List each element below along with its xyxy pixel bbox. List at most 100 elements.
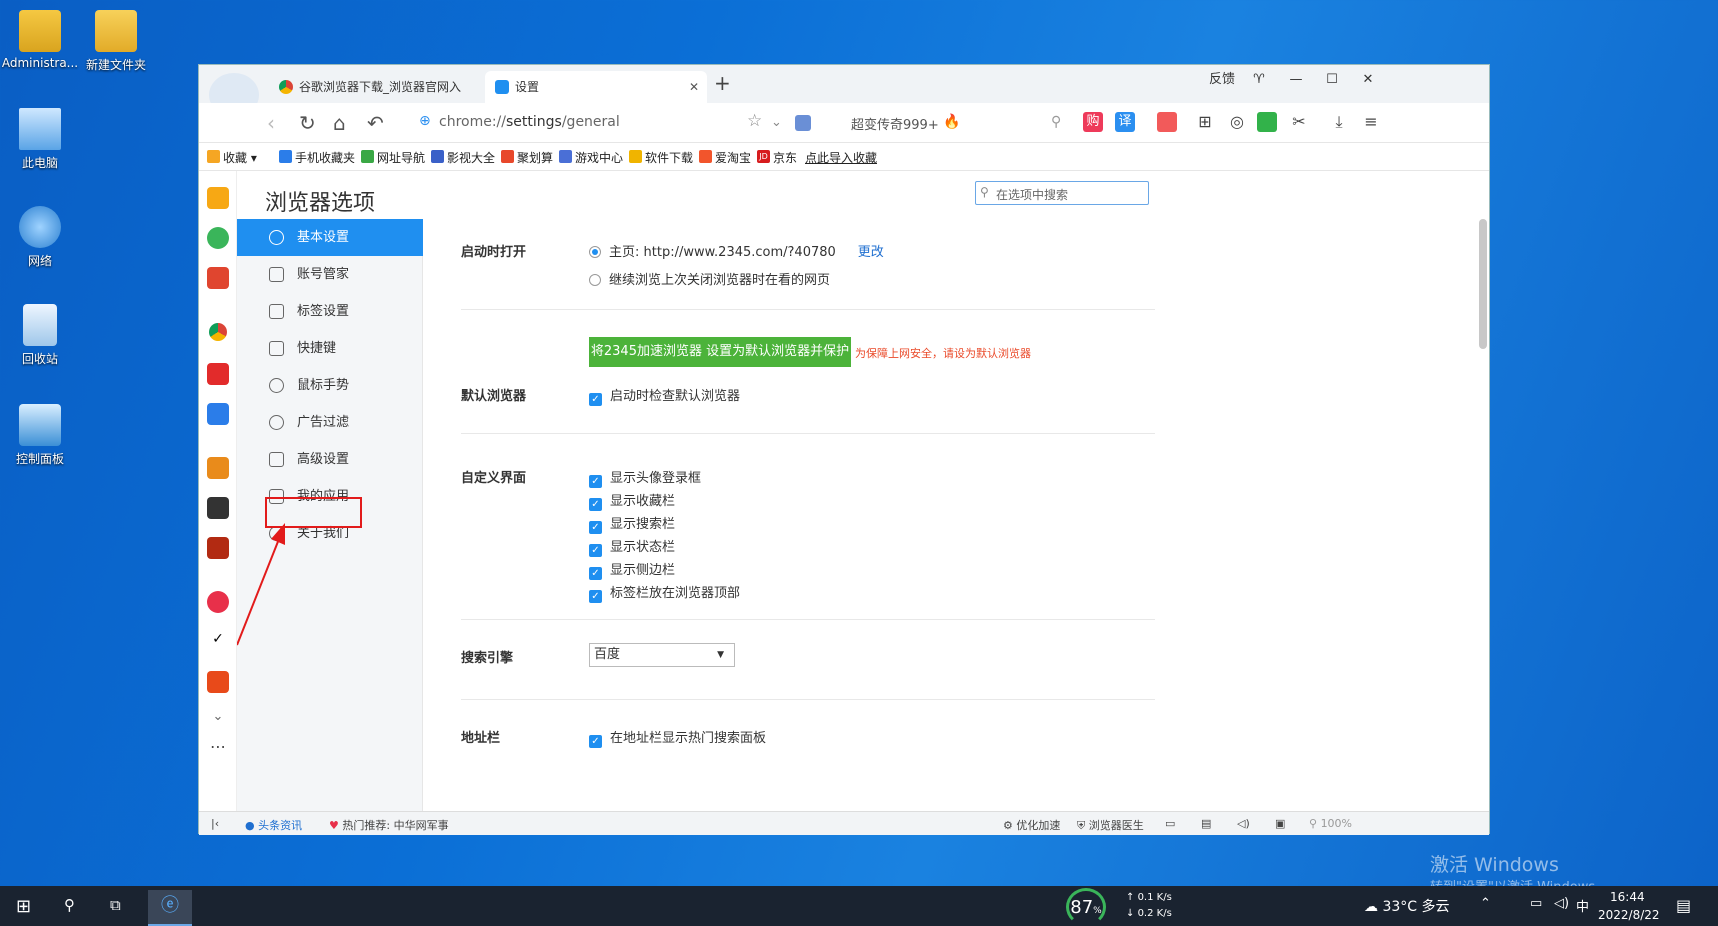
close-icon[interactable]: ✕ xyxy=(689,71,699,103)
desktop-icon-recycle-bin[interactable]: 回收站 xyxy=(0,304,80,367)
checkbox[interactable]: ✓ xyxy=(589,498,602,511)
eastmoney-icon[interactable] xyxy=(207,363,229,385)
chrome-icon[interactable] xyxy=(209,323,227,341)
radio-continue-session[interactable]: 继续浏览上次关闭浏览器时在看的网页 xyxy=(589,269,830,288)
favorites-icon[interactable] xyxy=(207,187,229,209)
close-window-button[interactable]: ✕ xyxy=(1351,65,1385,95)
screenshot-icon[interactable]: ▭ xyxy=(1165,817,1175,830)
checkbox[interactable]: ✓ xyxy=(589,475,602,488)
desktop-icon-new-folder[interactable]: 新建文件夹 xyxy=(76,10,156,73)
tab-settings[interactable]: 设置 ✕ xyxy=(485,71,707,103)
eye-protect-icon[interactable] xyxy=(1257,112,1277,132)
network-tray-icon[interactable]: ▭ xyxy=(1530,896,1542,911)
checkbox[interactable]: ✓ xyxy=(589,735,602,748)
check-default-browser[interactable]: ✓ 启动时检查默认浏览器 xyxy=(589,385,740,406)
browser-taskbar-icon[interactable]: ⓔ xyxy=(148,890,192,926)
history-icon[interactable] xyxy=(207,227,229,249)
ime-indicator[interactable]: 中 xyxy=(1576,896,1589,915)
fav-taobao[interactable]: 爱淘宝 xyxy=(699,149,751,166)
checkbox[interactable]: ✓ xyxy=(589,521,602,534)
new-tab-button[interactable]: + xyxy=(714,71,731,95)
clock-time[interactable]: 16:44 xyxy=(1610,890,1645,904)
back-icon[interactable]: ‹ xyxy=(267,111,275,135)
checkbox[interactable]: ✓ xyxy=(589,544,602,557)
more-icon[interactable]: ⋯ xyxy=(207,737,229,759)
task-view-icon[interactable]: ⧉ xyxy=(110,896,121,914)
fav-nav[interactable]: 网址导航 xyxy=(361,149,425,166)
game-icon[interactable] xyxy=(1157,112,1177,132)
windows-start-icon[interactable]: ⊞ xyxy=(16,896,31,917)
star-icon[interactable]: ☆ xyxy=(747,111,762,131)
url-input[interactable]: chrome://settings/general xyxy=(439,114,620,130)
news-link[interactable]: ● 头条资讯 xyxy=(245,817,302,833)
check-hot-search-panel[interactable]: ✓ 在地址栏显示热门搜索面板 xyxy=(589,727,766,748)
checkbox[interactable]: ✓ xyxy=(589,393,602,406)
radio-selected[interactable] xyxy=(589,246,601,258)
fav-mobile[interactable]: 手机收藏夹 xyxy=(279,149,355,166)
fav-game[interactable]: 游戏中心 xyxy=(559,149,623,166)
fav-juhuasuan[interactable]: 聚划算 xyxy=(501,149,553,166)
undo-icon[interactable]: ↶ xyxy=(367,111,384,135)
search-icon[interactable]: ⚲ xyxy=(64,896,75,914)
check-status-bar[interactable]: ✓ 显示状态栏 xyxy=(589,536,675,557)
minimize-button[interactable]: — xyxy=(1279,65,1313,95)
fav-video[interactable]: 影视大全 xyxy=(431,149,495,166)
hot-recommend[interactable]: ♥ 热门推荐: 中华网军事 xyxy=(329,817,449,833)
volume-icon[interactable]: ◁) xyxy=(1237,817,1250,830)
window-icon[interactable]: ▣ xyxy=(1275,817,1285,830)
checkbox[interactable]: ✓ xyxy=(589,590,602,603)
options-search-input[interactable]: ⚲ 在选项中搜索 xyxy=(975,181,1149,205)
game-dragon-icon[interactable] xyxy=(207,457,229,479)
desktop-icon-control-panel[interactable]: 控制面板 xyxy=(0,404,80,467)
huya-icon[interactable] xyxy=(207,671,229,693)
refresh-icon[interactable]: ↻ xyxy=(299,111,316,135)
game-long-icon[interactable] xyxy=(207,497,229,519)
notification-icon[interactable]: ▤ xyxy=(1676,896,1691,915)
game-legend-icon[interactable] xyxy=(207,537,229,559)
change-homepage-link[interactable]: 更改 xyxy=(858,245,884,260)
search-icon[interactable]: ⚲ xyxy=(1051,114,1061,130)
check-search-bar[interactable]: ✓ 显示搜索栏 xyxy=(589,513,675,534)
download-icon[interactable]: ⤓ xyxy=(1329,112,1349,132)
chevron-down-icon[interactable]: ⌄ xyxy=(207,709,229,731)
search-engine-select[interactable]: 百度 ▼ xyxy=(589,643,735,667)
health-icon[interactable] xyxy=(207,591,229,613)
office-icon[interactable] xyxy=(207,267,229,289)
browser-doctor-button[interactable]: ⛨ 浏览器医生 xyxy=(1077,817,1144,833)
desktop-icon-network[interactable]: 网络 xyxy=(0,206,80,269)
desktop-icon-administrator[interactable]: Administra... xyxy=(0,10,80,70)
grid-apps-icon[interactable]: ⊞ xyxy=(1195,112,1215,132)
search-suggestion[interactable]: 超变传奇999+ xyxy=(851,114,939,133)
collapse-sidebar-icon[interactable]: |‹ xyxy=(211,817,219,830)
radio-unselected[interactable] xyxy=(589,274,601,286)
radio-homepage[interactable]: 主页: http://www.2345.com/?40780 更改 xyxy=(589,241,884,260)
calculator-icon[interactable] xyxy=(207,403,229,425)
weather[interactable]: ☁ 33°C 多云 xyxy=(1364,896,1450,916)
optimize-button[interactable]: ⚙ 优化加速 xyxy=(1003,817,1060,833)
tray-chevron-icon[interactable]: ⌃ xyxy=(1480,896,1491,911)
set-default-browser-button[interactable]: 将2345加速浏览器 设置为默认浏览器并保护 xyxy=(589,337,851,367)
fav-import[interactable]: 点此导入收藏 xyxy=(789,149,877,166)
fav-software[interactable]: 软件下载 xyxy=(629,149,693,166)
tab-chrome-download[interactable]: 谷歌浏览器下载_浏览器官网入 xyxy=(269,71,481,103)
scrollbar[interactable] xyxy=(1479,219,1487,349)
chevron-down-icon[interactable]: ⌄ xyxy=(771,115,782,130)
check-tabbar-top[interactable]: ✓ 标签栏放在浏览器顶部 xyxy=(589,582,740,603)
cast-icon[interactable]: ▤ xyxy=(1201,817,1211,830)
check-favorites-bar[interactable]: ✓ 显示收藏栏 xyxy=(589,490,675,511)
checkbox[interactable]: ✓ xyxy=(589,567,602,580)
volume-tray-icon[interactable]: ◁) xyxy=(1554,896,1569,911)
fav-collect[interactable]: 收藏 ▾ xyxy=(207,149,257,166)
speed-icon[interactable]: ◎ xyxy=(1227,112,1247,132)
check-avatar-login[interactable]: ✓ 显示头像登录框 xyxy=(589,467,701,488)
menu-icon[interactable]: ≡ xyxy=(1361,112,1381,132)
skin-icon[interactable]: ♈ xyxy=(1247,65,1271,95)
feedback-button[interactable]: 反馈 xyxy=(1205,65,1239,95)
zoom-level[interactable]: ⚲ 100% xyxy=(1309,817,1352,830)
check-sidebar[interactable]: ✓ 显示侧边栏 xyxy=(589,559,675,580)
maximize-button[interactable]: ☐ xyxy=(1315,65,1349,95)
clock-date[interactable]: 2022/8/22 xyxy=(1598,908,1660,922)
translate-icon[interactable]: 译 xyxy=(1115,112,1135,132)
scissors-icon[interactable]: ✂ xyxy=(1289,112,1309,132)
nike-icon[interactable]: ✓ xyxy=(207,631,229,653)
